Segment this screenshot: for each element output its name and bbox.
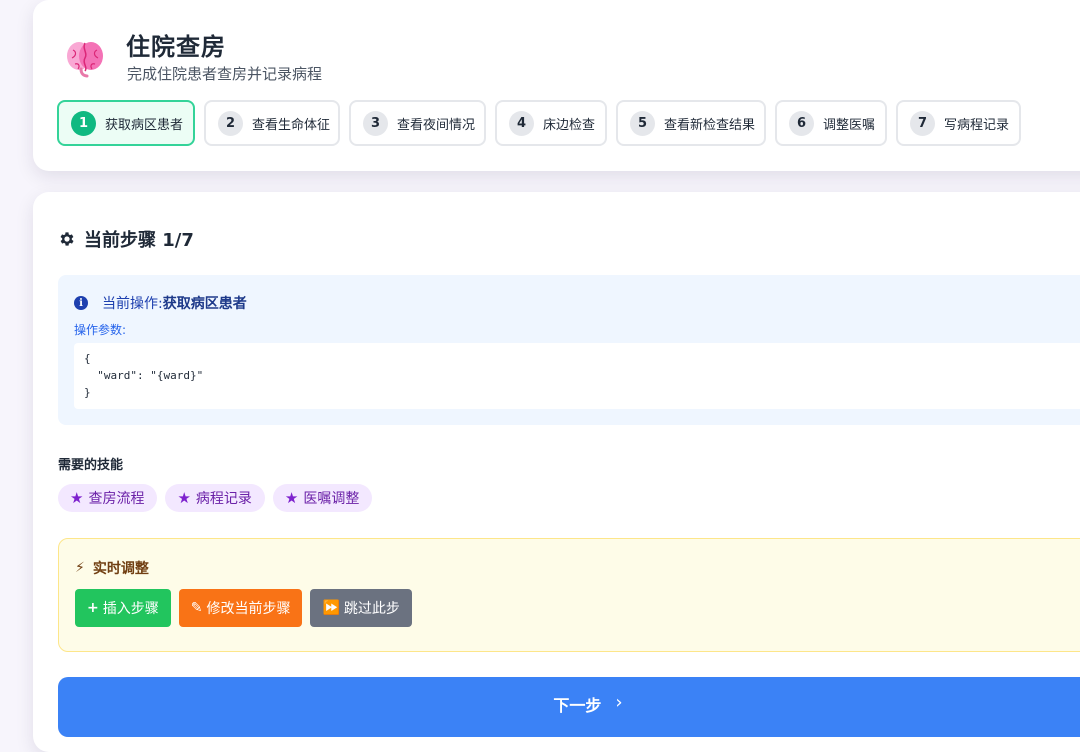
step-label: 获取病区患者 bbox=[105, 117, 184, 133]
step-number: 7 bbox=[910, 110, 935, 136]
operation-name: 获取病区患者 bbox=[162, 296, 247, 312]
modify-step-label: 修改当前步骤 bbox=[206, 601, 291, 617]
operation-prefix: 当前操作: bbox=[102, 296, 163, 312]
step-number: 4 bbox=[509, 110, 534, 136]
star-icon: ★ bbox=[284, 489, 299, 507]
gear-icon bbox=[60, 232, 74, 246]
step-3[interactable]: 3 查看夜间情况 bbox=[349, 100, 486, 146]
step-5[interactable]: 5 查看新检查结果 bbox=[616, 100, 766, 146]
plus-icon: + bbox=[87, 600, 99, 616]
operation-line: i 当前操作: 获取病区患者 bbox=[74, 293, 247, 313]
params-code: { "ward": "{ward}" } bbox=[74, 343, 1080, 409]
step-number: 1 bbox=[71, 110, 96, 136]
next-step-label: 下一步 bbox=[553, 696, 602, 715]
adjust-title-text: 实时调整 bbox=[92, 561, 149, 577]
info-icon: i bbox=[74, 296, 88, 310]
operation-info: i 当前操作: 获取病区患者 操作参数: { "ward": "{ward}" … bbox=[58, 275, 1080, 425]
step-7[interactable]: 7 写病程记录 bbox=[896, 100, 1021, 146]
step-label: 查看生命体征 bbox=[252, 117, 331, 133]
step-1[interactable]: 1 获取病区患者 bbox=[57, 100, 195, 146]
current-step-card: 当前步骤 1/7 i 当前操作: 获取病区患者 操作参数: { "ward": … bbox=[33, 192, 1080, 752]
skill-label: 查房流程 bbox=[88, 491, 145, 507]
adjust-buttons: + 插入步骤 ✎ 修改当前步骤 ⏩ 跳过此步 bbox=[75, 589, 420, 627]
params-label: 操作参数: bbox=[74, 323, 127, 337]
skills-title: 需要的技能 bbox=[58, 458, 124, 473]
skill-label: 病程记录 bbox=[195, 491, 252, 507]
star-icon: ★ bbox=[177, 489, 191, 507]
skill-badge: ★ 病程记录 bbox=[165, 484, 265, 512]
step-label: 床边检查 bbox=[543, 117, 596, 133]
skills-list: ★ 查房流程 ★ 病程记录 ★ 医嘱调整 bbox=[58, 484, 380, 512]
skip-step-button[interactable]: ⏩ 跳过此步 bbox=[310, 589, 412, 627]
brain-icon bbox=[67, 42, 103, 78]
step-label: 写病程记录 bbox=[944, 117, 1010, 133]
next-step-button[interactable]: 下一步 › bbox=[58, 677, 1080, 737]
chevron-right-icon: › bbox=[615, 692, 623, 713]
step-label: 查看新检查结果 bbox=[664, 117, 756, 133]
step-number: 5 bbox=[630, 110, 655, 136]
modify-step-button[interactable]: ✎ 修改当前步骤 bbox=[178, 589, 303, 627]
insert-step-button[interactable]: + 插入步骤 bbox=[75, 589, 171, 627]
step-number: 6 bbox=[789, 110, 814, 136]
page-subtitle: 完成住院患者查房并记录病程 bbox=[127, 65, 323, 83]
edit-icon: ✎ bbox=[190, 600, 203, 616]
step-6[interactable]: 6 调整医嘱 bbox=[775, 100, 887, 146]
realtime-adjust-panel: ⚡ 实时调整 + 插入步骤 ✎ 修改当前步骤 ⏩ 跳过此步 bbox=[58, 538, 1080, 652]
page-title: 住院查房 bbox=[126, 33, 226, 61]
step-4[interactable]: 4 床边检查 bbox=[495, 100, 607, 146]
skill-badge: ★ 查房流程 bbox=[58, 484, 158, 512]
step-label: 查看夜间情况 bbox=[397, 117, 476, 133]
bolt-icon: ⚡ bbox=[75, 560, 85, 576]
step-number: 2 bbox=[218, 110, 243, 136]
skip-step-label: 跳过此步 bbox=[343, 601, 400, 617]
star-icon: ★ bbox=[70, 489, 84, 507]
step-2[interactable]: 2 查看生命体征 bbox=[204, 100, 340, 146]
header-card: 住院查房 完成住院患者查房并记录病程 1 获取病区患者 2 查看生命体征 3 查… bbox=[33, 0, 1080, 171]
skill-label: 医嘱调整 bbox=[303, 491, 360, 507]
step-label: 调整医嘱 bbox=[823, 117, 876, 133]
section-title-text: 当前步骤 1/7 bbox=[84, 230, 194, 251]
skill-badge: ★ 医嘱调整 bbox=[272, 484, 373, 512]
step-number: 3 bbox=[363, 110, 388, 136]
adjust-title: ⚡ 实时调整 bbox=[75, 558, 149, 578]
section-title: 当前步骤 1/7 bbox=[58, 226, 194, 252]
fast-forward-icon: ⏩ bbox=[322, 600, 340, 616]
insert-step-label: 插入步骤 bbox=[102, 601, 159, 617]
